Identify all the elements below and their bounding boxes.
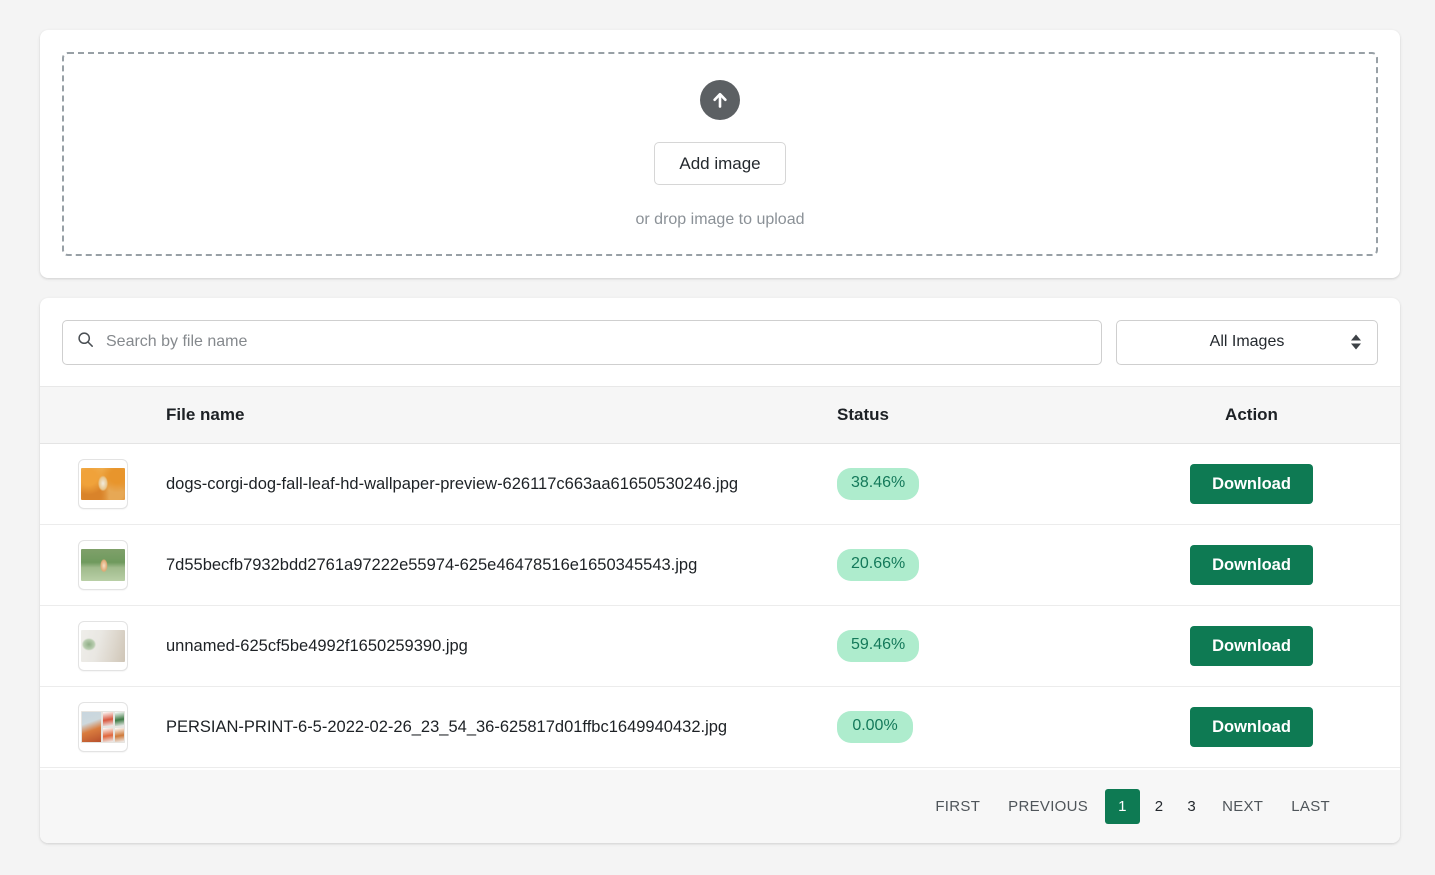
- file-name-text: dogs-corgi-dog-fall-leaf-hd-wallpaper-pr…: [166, 474, 739, 493]
- pagination-last[interactable]: LAST: [1277, 798, 1344, 815]
- filter-bar: All Images: [40, 298, 1400, 386]
- file-name-text: PERSIAN-PRINT-6-5-2022-02-26_23_54_36-62…: [166, 717, 728, 736]
- download-button[interactable]: Download: [1190, 463, 1313, 505]
- row-file-name-cell: PERSIAN-PRINT-6-5-2022-02-26_23_54_36-62…: [166, 718, 825, 737]
- status-badge: 20.66%: [837, 549, 920, 581]
- persian-print-dresses-thumbnail: [78, 702, 128, 752]
- file-name-text: 7d55becfb7932bdd2761a97222e55974-625e464…: [166, 555, 698, 574]
- row-file-name-cell: unnamed-625cf5be4992f1650259390.jpg: [166, 637, 825, 656]
- download-button[interactable]: Download: [1190, 625, 1313, 667]
- search-icon: [77, 331, 104, 353]
- row-thumbnail-cell: [40, 702, 166, 752]
- row-action-cell: Download: [1125, 544, 1400, 586]
- image-list-card: All Images File name Status Action: [40, 298, 1400, 843]
- table-header-row: File name Status Action: [40, 386, 1400, 444]
- pagination-page-1[interactable]: 1: [1105, 789, 1140, 824]
- search-field-wrapper[interactable]: [62, 319, 1102, 365]
- status-badge: 59.46%: [837, 630, 920, 662]
- row-action-cell: Download: [1125, 463, 1400, 505]
- row-thumbnail-cell: [40, 621, 166, 671]
- table-row: unnamed-625cf5be4992f1650259390.jpg 59.4…: [40, 606, 1400, 687]
- header-status: Status: [837, 405, 889, 424]
- pagination-page-3[interactable]: 3: [1175, 798, 1208, 815]
- status-badge: 0.00%: [837, 711, 913, 743]
- upload-card: Add image or drop image to upload: [40, 30, 1400, 278]
- row-thumbnail-cell: [40, 540, 166, 590]
- table-row: dogs-corgi-dog-fall-leaf-hd-wallpaper-pr…: [40, 444, 1400, 525]
- image-table: File name Status Action dogs-corgi-dog-f…: [40, 386, 1400, 770]
- pagination-previous[interactable]: PREVIOUS: [994, 798, 1102, 815]
- row-file-name-cell: dogs-corgi-dog-fall-leaf-hd-wallpaper-pr…: [166, 475, 825, 494]
- table-row: 7d55becfb7932bdd2761a97222e55974-625e464…: [40, 525, 1400, 606]
- app-page: Add image or drop image to upload All Im…: [0, 0, 1435, 875]
- row-thumbnail-cell: [40, 459, 166, 509]
- row-status-cell: 0.00%: [825, 711, 1125, 743]
- row-action-cell: Download: [1125, 706, 1400, 748]
- download-button[interactable]: Download: [1190, 706, 1313, 748]
- chevron-updown-icon: [1351, 334, 1361, 350]
- table-row: PERSIAN-PRINT-6-5-2022-02-26_23_54_36-62…: [40, 687, 1400, 768]
- row-status-cell: 38.46%: [825, 468, 1125, 500]
- image-filter-value: All Images: [1209, 333, 1285, 350]
- image-dropzone[interactable]: Add image or drop image to upload: [62, 52, 1378, 256]
- status-badge: 38.46%: [837, 468, 920, 500]
- drop-hint-text: or drop image to upload: [635, 210, 805, 228]
- download-button[interactable]: Download: [1190, 544, 1313, 586]
- add-image-button[interactable]: Add image: [654, 141, 786, 185]
- pagination-first[interactable]: FIRST: [921, 798, 994, 815]
- upload-arrow-icon: [700, 79, 740, 120]
- header-file-name: File name: [166, 405, 245, 424]
- pagination: FIRST PREVIOUS 1 2 3 NEXT LAST: [40, 770, 1400, 843]
- pagination-next[interactable]: NEXT: [1208, 798, 1277, 815]
- corgi-dog-autumn-leaves-thumbnail: [78, 459, 128, 509]
- row-status-cell: 59.46%: [825, 630, 1125, 662]
- image-filter-select[interactable]: All Images: [1116, 319, 1378, 365]
- search-input[interactable]: [104, 332, 1087, 352]
- pagination-page-2[interactable]: 2: [1143, 798, 1176, 815]
- row-action-cell: Download: [1125, 625, 1400, 667]
- desk-notebook-plant-thumbnail: [78, 621, 128, 671]
- dog-on-grass-thumbnail: [78, 540, 128, 590]
- header-action: Action: [1225, 405, 1278, 424]
- row-status-cell: 20.66%: [825, 549, 1125, 581]
- file-name-text: unnamed-625cf5be4992f1650259390.jpg: [166, 636, 468, 655]
- row-file-name-cell: 7d55becfb7932bdd2761a97222e55974-625e464…: [166, 556, 825, 575]
